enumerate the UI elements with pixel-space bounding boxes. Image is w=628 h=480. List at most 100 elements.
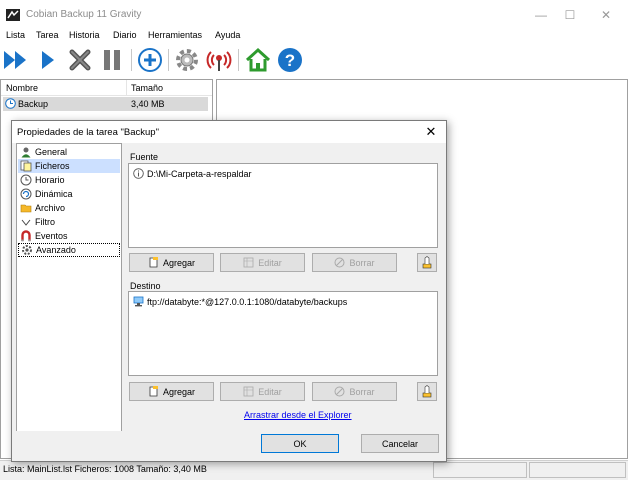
- destination-path: ftp://databyte:*@127.0.0.1:1080/databyte…: [147, 296, 348, 307]
- destination-label: Destino: [130, 281, 161, 291]
- network-drive-icon: [133, 296, 144, 307]
- nav-item-dinamica[interactable]: Dinámica: [18, 187, 120, 201]
- add-task-icon[interactable]: [136, 46, 164, 74]
- menu-tarea[interactable]: Tarea: [36, 30, 59, 40]
- dialog-close-button[interactable]: ✕: [420, 122, 442, 142]
- destination-item[interactable]: ftp://databyte:*@127.0.0.1:1080/databyte…: [133, 296, 347, 307]
- cancel-label: Cancelar: [381, 438, 419, 449]
- svg-text:?: ?: [285, 51, 295, 70]
- run-selected-icon[interactable]: [34, 46, 62, 74]
- menu-herramientas[interactable]: Herramientas: [148, 30, 202, 40]
- destination-edit-label: Editar: [258, 386, 282, 397]
- toolbar-separator: [238, 49, 239, 71]
- help-icon[interactable]: ?: [276, 46, 304, 74]
- task-name: Backup: [18, 99, 49, 109]
- destination-add-button[interactable]: Agregar: [129, 382, 214, 401]
- delete-icon: [334, 386, 345, 397]
- edit-icon: [243, 386, 254, 397]
- status-text: Lista: MainList.lst Ficheros: 1008 Tamañ…: [3, 464, 207, 474]
- ok-button[interactable]: OK: [261, 434, 339, 453]
- menu-bar: Lista Tarea Historia Diario Herramientas…: [0, 29, 628, 43]
- menu-diario[interactable]: Diario: [113, 30, 137, 40]
- status-bar: Lista: MainList.lst Ficheros: 1008 Tamañ…: [0, 460, 628, 480]
- menu-historia[interactable]: Historia: [69, 30, 100, 40]
- task-row[interactable]: Backup 3,40 MB: [3, 97, 208, 111]
- task-list-header: Nombre Tamaño: [1, 80, 212, 96]
- source-add-button[interactable]: Agregar: [129, 253, 214, 272]
- nav-item-label: Avanzado: [36, 245, 76, 255]
- person-icon: [21, 147, 31, 158]
- clock-icon: [20, 174, 32, 186]
- folder-icon: [20, 204, 32, 213]
- edit-icon: [243, 257, 254, 268]
- home-icon[interactable]: [244, 46, 272, 74]
- nav-item-ficheros[interactable]: Ficheros: [18, 159, 120, 173]
- destination-list[interactable]: ftp://databyte:*@127.0.0.1:1080/databyte…: [128, 291, 438, 376]
- nav-item-general[interactable]: General: [18, 145, 120, 159]
- toolbar-separator: [131, 49, 132, 71]
- destination-delete-label: Borrar: [349, 386, 375, 397]
- status-panel: [433, 462, 527, 478]
- nav-item-label: Filtro: [35, 217, 55, 227]
- dialog-title: Propiedades de la tarea "Backup": [17, 127, 159, 138]
- drive-info-icon: [133, 168, 144, 179]
- source-item[interactable]: D:\Mi-Carpeta-a-respaldar: [133, 168, 252, 179]
- cancel-icon[interactable]: [66, 46, 94, 74]
- antenna-icon[interactable]: [205, 46, 233, 74]
- title-bar: Cobian Backup 11 Gravity — ☐ ✕: [0, 0, 628, 30]
- source-edit-label: Editar: [258, 257, 282, 268]
- source-delete-label: Borrar: [349, 257, 375, 268]
- pause-icon[interactable]: [98, 46, 126, 74]
- run-all-icon[interactable]: [2, 46, 30, 74]
- source-label: Fuente: [130, 152, 159, 162]
- new-document-icon: [149, 257, 158, 268]
- source-bookmark-button[interactable]: [417, 253, 437, 272]
- bookmark-icon: [422, 385, 432, 398]
- destination-add-label: Agregar: [162, 386, 196, 397]
- dialog-footer: OK Cancelar: [12, 431, 446, 461]
- status-panel: [529, 462, 626, 478]
- source-path: D:\Mi-Carpeta-a-respaldar: [147, 168, 252, 179]
- bookmark-icon: [422, 256, 432, 269]
- files-icon: [20, 160, 32, 172]
- app-logo-icon: [6, 9, 20, 21]
- properties-nav: General Ficheros Horario Dinámica Archiv…: [16, 143, 122, 433]
- filter-icon: [21, 219, 31, 226]
- gear-icon: [22, 245, 32, 255]
- destination-delete-button[interactable]: Borrar: [312, 382, 397, 401]
- nav-item-filtro[interactable]: Filtro: [18, 215, 120, 229]
- dialog-title-bar: Propiedades de la tarea "Backup" ✕: [12, 121, 446, 143]
- nav-item-label: Dinámica: [35, 189, 73, 199]
- menu-ayuda[interactable]: Ayuda: [215, 30, 240, 40]
- cancel-button[interactable]: Cancelar: [361, 434, 439, 453]
- destination-edit-button[interactable]: Editar: [220, 382, 305, 401]
- toolbar: ?: [0, 43, 628, 78]
- settings-icon[interactable]: [173, 46, 201, 74]
- source-list[interactable]: D:\Mi-Carpeta-a-respaldar: [128, 163, 438, 248]
- source-add-label: Agregar: [162, 257, 196, 268]
- source-delete-button[interactable]: Borrar: [312, 253, 397, 272]
- new-document-icon: [149, 386, 158, 397]
- task-properties-dialog: Propiedades de la tarea "Backup" ✕ Gener…: [11, 120, 447, 462]
- destination-bookmark-button[interactable]: [417, 382, 437, 401]
- ok-label: OK: [293, 438, 307, 449]
- close-button[interactable]: ✕: [589, 0, 623, 30]
- maximize-button[interactable]: ☐: [553, 0, 587, 30]
- nav-item-eventos[interactable]: Eventos: [18, 229, 120, 243]
- nav-item-avanzado[interactable]: Avanzado: [18, 243, 120, 257]
- menu-lista[interactable]: Lista: [6, 30, 25, 40]
- task-clock-icon: [5, 98, 16, 109]
- nav-item-horario[interactable]: Horario: [18, 173, 120, 187]
- nav-item-label: Ficheros: [35, 161, 70, 171]
- window-title: Cobian Backup 11 Gravity: [26, 9, 142, 20]
- dynamic-icon: [20, 188, 32, 200]
- source-edit-button[interactable]: Editar: [220, 253, 305, 272]
- column-header-size[interactable]: Tamaño: [131, 83, 163, 93]
- column-divider[interactable]: [126, 80, 127, 96]
- column-header-name[interactable]: Nombre: [6, 83, 38, 93]
- delete-icon: [334, 257, 345, 268]
- drag-from-explorer-link[interactable]: Arrastrar desde el Explorer: [244, 410, 352, 420]
- nav-item-archivo[interactable]: Archivo: [18, 201, 120, 215]
- toolbar-separator: [168, 49, 169, 71]
- nav-item-label: Horario: [35, 175, 65, 185]
